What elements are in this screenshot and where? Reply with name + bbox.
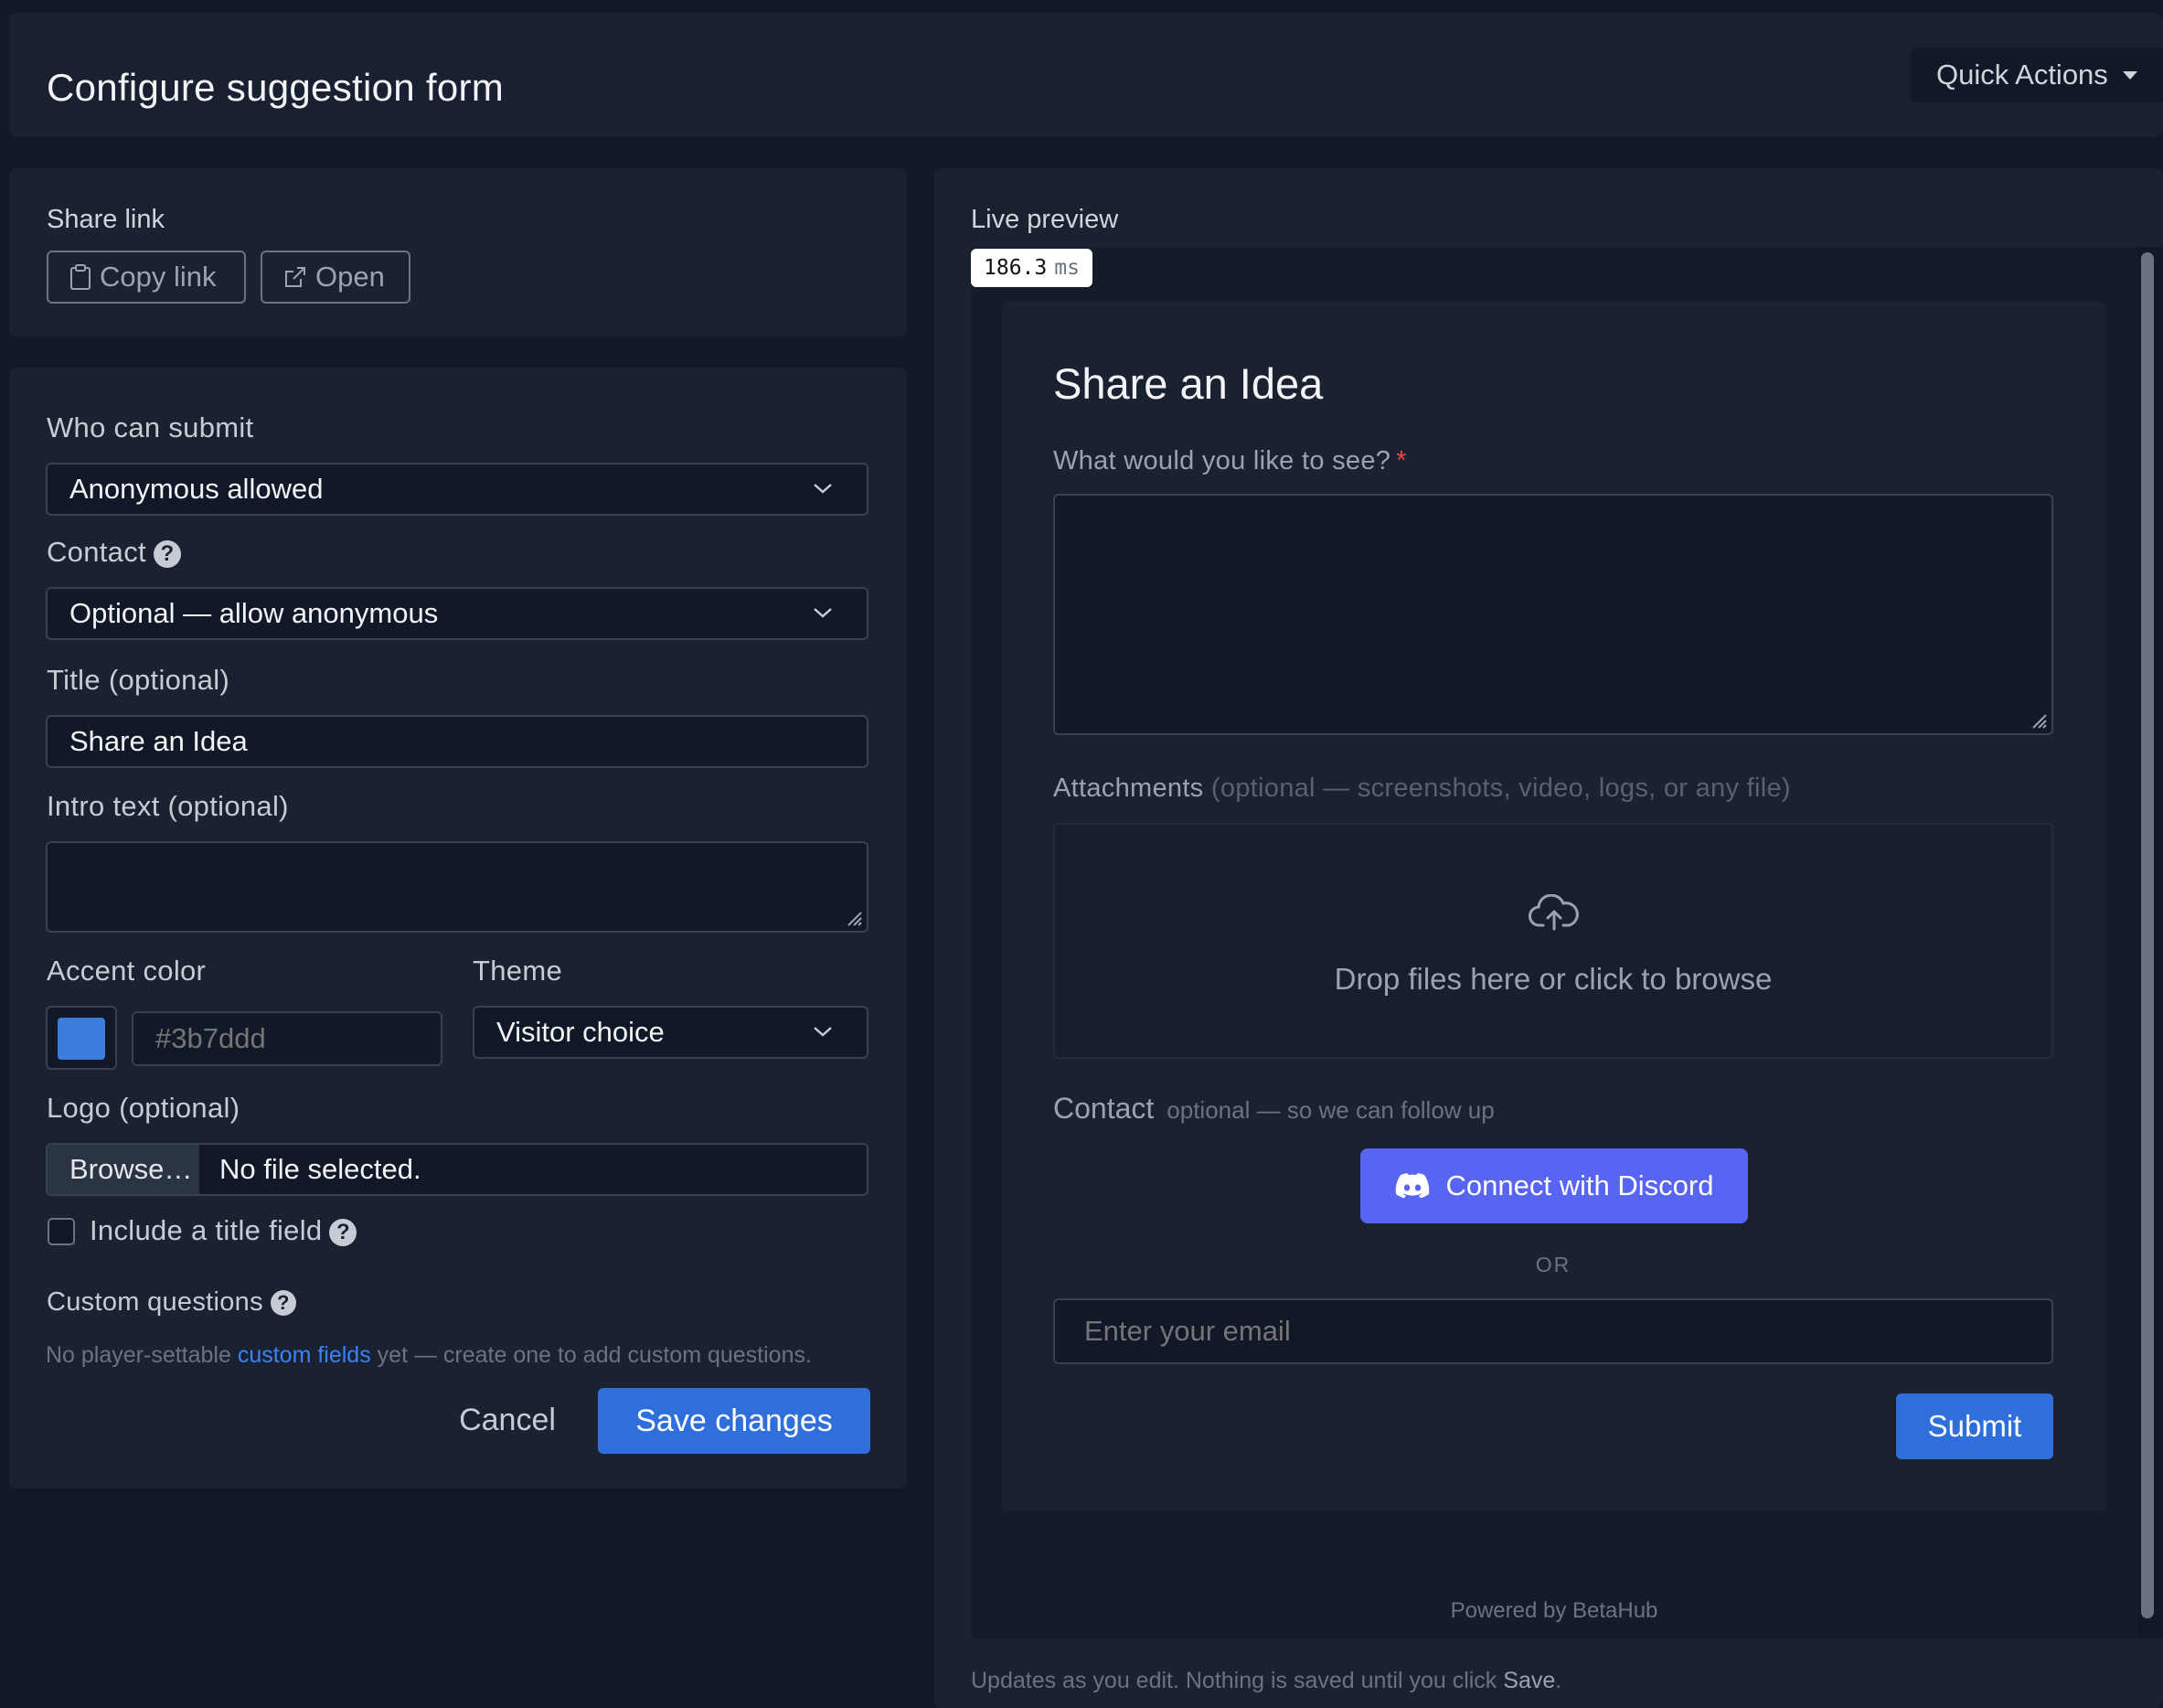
- help-icon[interactable]: ?: [329, 1218, 357, 1246]
- intro-text-textarea[interactable]: [46, 841, 868, 933]
- accent-color-swatch: [58, 1018, 105, 1060]
- theme-label: Theme: [473, 955, 562, 987]
- custom-questions-label-text: Custom questions: [47, 1287, 263, 1317]
- logo-label: Logo (optional): [47, 1092, 240, 1124]
- include-title-checkbox[interactable]: [48, 1218, 75, 1245]
- cancel-button[interactable]: Cancel: [439, 1388, 576, 1452]
- resize-handle-icon[interactable]: [2030, 711, 2048, 730]
- quick-actions-label: Quick Actions: [1936, 59, 2108, 91]
- discord-button-label: Connect with Discord: [1445, 1169, 1714, 1201]
- chevron-down-icon: [814, 608, 832, 618]
- copy-link-button[interactable]: Copy link: [47, 251, 246, 304]
- browse-button[interactable]: Browse…: [48, 1145, 199, 1194]
- title-input[interactable]: Share an Idea: [46, 715, 868, 768]
- accent-color-hex-input[interactable]: [132, 1011, 442, 1066]
- preview-contact-text: Contact: [1053, 1092, 1155, 1125]
- preview-email-input[interactable]: [1053, 1298, 2053, 1364]
- clipboard-icon: [70, 264, 91, 290]
- accent-color-label: Accent color: [47, 955, 207, 987]
- share-link-card: Share link Copy link Open: [9, 168, 907, 336]
- preview-submit-button[interactable]: Submit: [1896, 1393, 2053, 1459]
- live-preview-label: Live preview: [971, 205, 1119, 234]
- chevron-down-icon: [814, 1027, 832, 1037]
- theme-value: Visitor choice: [496, 1016, 665, 1048]
- preview-question-textarea[interactable]: [1053, 494, 2053, 735]
- preview-question-text: What would you like to see?: [1053, 446, 1391, 475]
- page-title: Configure suggestion form: [47, 66, 505, 109]
- include-title-label-text: Include a title field: [90, 1214, 323, 1246]
- page-header: Configure suggestion form: [9, 13, 2163, 137]
- who-can-submit-value: Anonymous allowed: [69, 473, 324, 505]
- preview-hint-post: .: [1555, 1668, 1562, 1693]
- external-link-icon: [285, 267, 305, 287]
- accent-color-picker[interactable]: [46, 1006, 117, 1070]
- resize-handle-icon[interactable]: [845, 909, 863, 927]
- attachments-label-text: Attachments: [1053, 774, 1204, 803]
- custom-fields-link[interactable]: custom fields: [238, 1342, 371, 1368]
- cq-hint-post: yet — create one to add custom questions…: [370, 1342, 812, 1368]
- preview-hint-pre: Updates as you edit. Nothing is saved un…: [971, 1668, 1504, 1693]
- dropzone-text: Drop files here or click to browse: [1334, 962, 1773, 996]
- preview-form-title: Share an Idea: [1053, 359, 1324, 408]
- timing-unit: ms: [1054, 256, 1080, 280]
- contact-label-text: Contact: [47, 536, 146, 568]
- who-can-submit-label: Who can submit: [47, 411, 254, 443]
- file-dropzone[interactable]: Drop files here or click to browse: [1053, 823, 2053, 1059]
- open-link-button[interactable]: Open: [261, 251, 410, 304]
- help-icon[interactable]: ?: [153, 539, 181, 568]
- preview-hint-bold: Save: [1503, 1668, 1556, 1693]
- preview-attachments-label: Attachments (optional — screenshots, vid…: [1053, 774, 1791, 804]
- cq-hint-pre: No player-settable: [46, 1342, 238, 1368]
- file-status-text: No file selected.: [219, 1153, 421, 1185]
- title-label: Title (optional): [47, 664, 230, 696]
- or-divider: OR: [1535, 1253, 1572, 1276]
- required-mark: *: [1396, 446, 1407, 475]
- contact-select[interactable]: Optional — allow anonymous: [46, 587, 868, 640]
- caret-down-icon: [2122, 70, 2137, 80]
- custom-questions-hint: No player-settable custom fields yet — c…: [46, 1342, 812, 1369]
- attachments-hint: (optional — screenshots, video, logs, or…: [1210, 774, 1791, 803]
- chevron-down-icon: [814, 484, 832, 494]
- discord-icon: [1395, 1173, 1429, 1199]
- cloud-upload-icon: [1529, 894, 1579, 931]
- render-timing-badge: 186.3 ms: [971, 249, 1092, 287]
- contact-label: Contact?: [47, 536, 181, 569]
- open-link-label: Open: [315, 261, 385, 293]
- contact-value: Optional — allow anonymous: [69, 597, 439, 629]
- include-title-label: Include a title field?: [90, 1214, 357, 1247]
- preview-hint-text: Updates as you edit. Nothing is saved un…: [971, 1668, 1561, 1694]
- preview-contact-label: Contact optional — so we can follow up: [1053, 1092, 1495, 1126]
- form-settings-card: Who can submit Anonymous allowed Contact…: [9, 368, 907, 1489]
- logo-file-input[interactable]: Browse… No file selected.: [46, 1143, 868, 1196]
- save-changes-button[interactable]: Save changes: [598, 1388, 870, 1454]
- timing-value: 186.3: [984, 256, 1048, 280]
- connect-discord-button[interactable]: Connect with Discord: [1360, 1148, 1748, 1223]
- who-can-submit-select[interactable]: Anonymous allowed: [46, 463, 868, 516]
- copy-link-label: Copy link: [100, 261, 217, 293]
- theme-select[interactable]: Visitor choice: [473, 1006, 868, 1059]
- help-icon[interactable]: ?: [270, 1290, 296, 1317]
- preview-scrollbar-thumb[interactable]: [2141, 252, 2154, 1618]
- intro-text-label: Intro text (optional): [47, 790, 289, 822]
- powered-by-text: Powered by BetaHub: [1450, 1598, 1658, 1623]
- preview-question-label: What would you like to see? *: [1053, 446, 1407, 476]
- title-input-value: Share an Idea: [69, 725, 248, 757]
- preview-contact-hint: optional — so we can follow up: [1167, 1096, 1495, 1124]
- share-link-label: Share link: [47, 205, 165, 234]
- quick-actions-dropdown[interactable]: Quick Actions: [1911, 48, 2163, 102]
- custom-questions-label: Custom questions?: [47, 1287, 296, 1318]
